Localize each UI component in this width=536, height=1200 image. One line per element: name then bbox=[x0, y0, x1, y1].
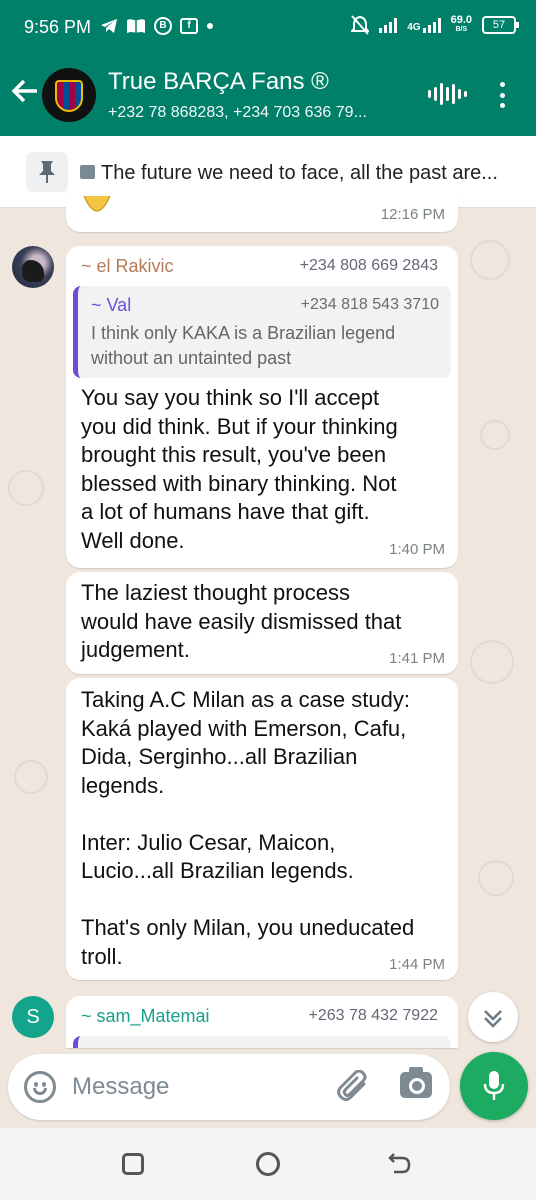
message-bubble[interactable]: The laziest thought process would have e… bbox=[66, 572, 458, 674]
wallpaper-doodle bbox=[480, 420, 510, 450]
net-speed: 69.0 B/S bbox=[451, 15, 472, 35]
message-line: blessed with binary thinking. Not bbox=[81, 470, 397, 496]
app-header: 9:56 PM B f 4G 69.0 B/S 57 True BARÇA Fa… bbox=[0, 0, 536, 136]
quoted-sender: ~ Val bbox=[91, 295, 132, 315]
message-time: 1:41 PM bbox=[389, 650, 445, 667]
facebook-icon: f bbox=[180, 18, 198, 34]
pinned-text: The future we need to face, all the past… bbox=[101, 162, 498, 184]
sender-avatar[interactable]: S bbox=[12, 996, 54, 1038]
message-line: would have easily dismissed that bbox=[81, 608, 402, 634]
message-bubble[interactable]: ~ sam_Matemai +263 78 432 7922 bbox=[66, 996, 458, 1048]
voice-chat-icon[interactable] bbox=[428, 82, 467, 106]
system-status-icons: 4G 69.0 B/S 57 bbox=[351, 15, 519, 35]
message-text: You say you think so I'll accept you did… bbox=[81, 384, 398, 555]
sender-name[interactable]: ~ el Rakivic bbox=[81, 256, 174, 277]
home-icon[interactable] bbox=[256, 1152, 280, 1176]
message-bubble-partial[interactable]: 12:16 PM bbox=[66, 196, 458, 232]
message-line: troll. bbox=[81, 943, 123, 969]
attach-paperclip-icon[interactable] bbox=[336, 1070, 372, 1104]
battery-icon: 57 bbox=[482, 16, 519, 34]
signal-icon bbox=[379, 17, 398, 33]
message-composer[interactable] bbox=[8, 1054, 450, 1120]
system-back-icon[interactable] bbox=[388, 1150, 412, 1178]
dot-icon bbox=[207, 23, 213, 29]
wallpaper-doodle bbox=[470, 240, 510, 280]
message-line: Well done. bbox=[81, 527, 185, 553]
notification-icons: B f bbox=[100, 17, 214, 35]
group-title[interactable]: True BARÇA Fans ® bbox=[108, 68, 329, 96]
status-bar: 9:56 PM B f 4G 69.0 B/S 57 bbox=[0, 0, 536, 56]
telegram-icon bbox=[101, 19, 117, 33]
message-line: That's only Milan, you uneducated bbox=[81, 915, 415, 940]
wallpaper-doodle bbox=[470, 640, 514, 684]
wallpaper-doodle bbox=[8, 470, 44, 506]
wallpaper-doodle bbox=[478, 860, 514, 896]
more-options-icon[interactable] bbox=[496, 82, 508, 108]
net-speed-value: 69.0 bbox=[450, 14, 472, 26]
signal-4g-icon: 4G bbox=[407, 17, 441, 33]
wallpaper-doodle bbox=[14, 760, 48, 794]
message-line: You say you think so I'll accept bbox=[81, 385, 380, 410]
emoji-partial-icon bbox=[83, 196, 111, 212]
message-line: The laziest thought process bbox=[81, 580, 351, 605]
quoted-line: I think only KAKA is a Brazilian legend bbox=[91, 323, 396, 343]
message-line: Lucio...all Brazilian legends. bbox=[81, 858, 354, 883]
camera-icon[interactable] bbox=[400, 1067, 432, 1098]
message-line: brought this result, you've been bbox=[81, 442, 387, 467]
quoted-line: without an untainted past bbox=[91, 348, 292, 368]
message-line: legends. bbox=[81, 772, 165, 798]
message-line: Dida, Serginho...all Brazilian bbox=[81, 744, 358, 769]
message-input[interactable] bbox=[72, 1070, 322, 1104]
message-time: 12:16 PM bbox=[380, 206, 445, 223]
emoji-icon[interactable] bbox=[24, 1071, 56, 1103]
net-speed-unit: B/S bbox=[455, 26, 468, 33]
pin-icon bbox=[26, 152, 68, 192]
recent-apps-icon[interactable] bbox=[122, 1153, 144, 1175]
quoted-message bbox=[73, 1036, 451, 1048]
system-nav-bar bbox=[0, 1128, 536, 1200]
quoted-message[interactable]: ~ Val +234 818 543 3710 I think only KAK… bbox=[73, 286, 451, 378]
message-time: 1:40 PM bbox=[389, 541, 445, 558]
barca-crest-icon bbox=[55, 80, 83, 112]
message-line: judgement. bbox=[81, 637, 190, 662]
book-icon bbox=[127, 19, 145, 33]
sender-name[interactable]: ~ sam_Matemai bbox=[81, 1006, 210, 1027]
double-chevron-down-icon bbox=[484, 1010, 502, 1028]
message-line: Taking A.C Milan as a case study: bbox=[81, 687, 410, 712]
message-text: Taking A.C Milan as a case study: Kaká p… bbox=[81, 686, 414, 971]
message-line: you did think. But if your thinking bbox=[81, 413, 398, 439]
status-time: 9:56 PM bbox=[24, 17, 92, 37]
message-bubble[interactable]: ~ el Rakivic +234 808 669 2843 ~ Val +23… bbox=[66, 246, 458, 568]
scroll-to-bottom-button[interactable] bbox=[468, 992, 518, 1042]
network-type: 4G bbox=[407, 22, 421, 33]
bitcoin-icon: B bbox=[154, 17, 172, 35]
message-line: a lot of humans have that gift. bbox=[81, 499, 370, 524]
back-arrow-icon[interactable] bbox=[10, 78, 40, 110]
quoted-text: I think only KAKA is a Brazilian legend … bbox=[91, 321, 395, 371]
message-text: The laziest thought process would have e… bbox=[81, 579, 401, 665]
message-time: 1:44 PM bbox=[389, 956, 445, 973]
group-members[interactable]: +232 78 868283, +234 703 636 79... bbox=[108, 104, 367, 122]
group-avatar[interactable] bbox=[42, 68, 96, 122]
quoted-phone: +234 818 543 3710 bbox=[300, 296, 439, 313]
sender-avatar[interactable] bbox=[12, 246, 54, 288]
sender-phone: +263 78 432 7922 bbox=[308, 1007, 438, 1024]
message-line: Inter: Julio Cesar, Maicon, bbox=[81, 829, 336, 855]
message-line: Kaká played with Emerson, Cafu, bbox=[81, 715, 407, 741]
voice-message-button[interactable] bbox=[460, 1052, 528, 1120]
sender-phone: +234 808 669 2843 bbox=[299, 257, 438, 274]
message-bubble[interactable]: Taking A.C Milan as a case study: Kaká p… bbox=[66, 678, 458, 980]
muted-bell-icon bbox=[351, 15, 370, 35]
microphone-icon bbox=[483, 1071, 505, 1100]
image-icon bbox=[80, 165, 95, 179]
